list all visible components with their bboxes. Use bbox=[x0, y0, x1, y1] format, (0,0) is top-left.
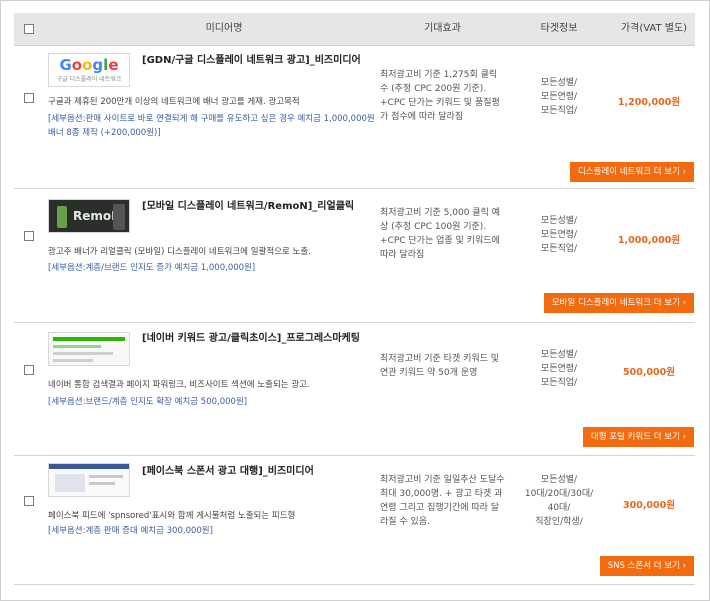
phone-graphic-icon bbox=[57, 206, 67, 228]
result-line-graphic bbox=[53, 345, 101, 348]
row-checkbox[interactable] bbox=[24, 231, 34, 241]
table-header: 미디어명 기대효과 타겟정보 가격(VAT 별도) bbox=[14, 13, 695, 46]
chevron-right-icon: › bbox=[682, 298, 686, 308]
table-row: RemoN [모바일 디스플레이 네트워크/RemoN]_리얼클릭 광고주 배너… bbox=[14, 189, 695, 323]
row-checkbox[interactable] bbox=[24, 93, 34, 103]
media-option: [세부옵션:판매 사이트로 바로 연결되게 해 구매를 유도하고 싶은 경우 예… bbox=[48, 114, 375, 138]
more-display-network-button[interactable]: 디스플레이 네트워크 더 보기 › bbox=[569, 162, 694, 182]
result-line-graphic bbox=[53, 359, 93, 362]
media-option: [세부옵션:브랜드/계층 인지도 확장 예치금 500,000원] bbox=[48, 397, 248, 407]
target-info: 모든성별/ 모든연령/ 모든직업/ bbox=[514, 214, 604, 256]
media-description: 페이스북 피드에 'spnsored'표시와 함께 게시물처럼 노출되는 피드형 bbox=[48, 511, 296, 521]
result-line-graphic bbox=[53, 352, 113, 355]
target-age: 모든연령/ bbox=[540, 364, 578, 374]
table-row: [페이스북 스폰서 광고 대행]_비즈미디어 페이스북 피드에 'spnsore… bbox=[14, 456, 695, 585]
table-row: Google 구글 디스플레이 네트워크 [GDN/구글 디스플레이 네트워크 … bbox=[14, 46, 695, 189]
more-button-label: SNS 스폰서 더 보기 bbox=[607, 561, 680, 571]
row-checkbox[interactable] bbox=[24, 496, 34, 506]
chevron-right-icon: › bbox=[682, 167, 686, 177]
more-button-label: 디스플레이 네트워크 더 보기 bbox=[577, 167, 680, 177]
target-info: 모든성별/ 10대/20대/30대/ 40대/ 직장인/학생/ bbox=[514, 473, 604, 529]
more-button-label: 대형 포털 키워드 더 보기 bbox=[590, 432, 680, 442]
google-thumb-caption: 구글 디스플레이 네트워크 bbox=[56, 76, 122, 83]
feed-line-graphic bbox=[89, 482, 115, 485]
expected-effect: 최저광고비 기준 일일추산 도달수 최대 30,000명. + 광고 타겟 과 … bbox=[380, 475, 505, 527]
more-mobile-display-network-button[interactable]: 모바일 디스플레이 네트워크 더 보기 › bbox=[543, 293, 694, 313]
media-title[interactable]: [페이스북 스폰서 광고 대행]_비즈미디어 bbox=[142, 465, 372, 479]
target-job: 모든직업/ bbox=[540, 244, 578, 254]
target-age: 모든연령/ bbox=[540, 92, 578, 102]
remon-thumbnail: RemoN bbox=[48, 199, 130, 233]
facebook-thumbnail bbox=[48, 463, 130, 497]
price: 500,000원 bbox=[622, 367, 675, 378]
media-title[interactable]: [GDN/구글 디스플레이 네트워크 광고]_비즈미디어 bbox=[142, 54, 372, 68]
feed-line-graphic bbox=[89, 475, 123, 478]
media-description: 네이버 통합 검색결과 페이지 파워링크, 비즈사이트 섹션에 노출되는 광고. bbox=[48, 380, 310, 390]
target-info: 모든성별/ 모든연령/ 모든직업/ bbox=[514, 76, 604, 118]
chevron-right-icon: › bbox=[682, 432, 686, 442]
expected-effect: 최저광고비 기준 타겟 키워드 및 연관 키워드 약 50개 운영 bbox=[380, 354, 500, 378]
target-info: 모든성별/ 모든연령/ 모든직업/ bbox=[514, 348, 604, 390]
google-thumbnail: Google 구글 디스플레이 네트워크 bbox=[48, 53, 130, 87]
header-effect: 기대효과 bbox=[424, 23, 461, 34]
target-gender: 모든성별/ bbox=[540, 475, 578, 485]
naver-thumbnail bbox=[48, 332, 130, 366]
more-sns-sponsor-button[interactable]: SNS 스폰서 더 보기 › bbox=[599, 556, 694, 576]
header-target: 타겟정보 bbox=[540, 23, 578, 34]
phone-graphic-icon bbox=[113, 204, 125, 230]
target-gender: 모든성별/ bbox=[540, 78, 578, 88]
facebook-bar-graphic bbox=[49, 464, 129, 469]
google-logo: Google bbox=[59, 56, 119, 74]
chevron-right-icon: › bbox=[682, 561, 686, 571]
target-gender: 모든성별/ bbox=[540, 216, 578, 226]
media-option: [세부옵션:계층/브랜드 인지도 증가 예치금 1,000,000원] bbox=[48, 263, 256, 273]
select-all-checkbox[interactable] bbox=[24, 24, 34, 34]
search-bar-graphic bbox=[53, 337, 125, 341]
expected-effect: 최저광고비 기준 5,000 클릭 예상 (추정 CPC 100원 기준). +… bbox=[380, 208, 501, 260]
target-job: 모든직업/ bbox=[540, 106, 578, 116]
header-media: 미디어명 bbox=[205, 23, 243, 34]
more-portal-keyword-button[interactable]: 대형 포털 키워드 더 보기 › bbox=[582, 427, 694, 447]
media-description: 구글과 제휴된 200만개 이상의 네트워크에 배너 광고를 게재. 광고목적 bbox=[48, 97, 300, 107]
price: 1,200,000원 bbox=[617, 97, 681, 108]
header-price: 가격(VAT 별도) bbox=[620, 23, 688, 34]
price: 1,000,000원 bbox=[617, 235, 681, 246]
price: 300,000원 bbox=[622, 500, 675, 511]
feed-image-graphic bbox=[55, 474, 85, 492]
expected-effect: 최저광고비 기준 1,275회 클릭수 (추정 CPC 200원 기준). +C… bbox=[380, 70, 500, 122]
target-gender: 모든성별/ bbox=[540, 350, 578, 360]
row-checkbox[interactable] bbox=[24, 365, 34, 375]
target-age: 10대/20대/30대/ bbox=[524, 489, 594, 499]
target-job: 직장인/학생/ bbox=[535, 517, 583, 527]
target-job: 모든직업/ bbox=[540, 378, 578, 388]
media-option: [세부옵션:계층 판매 증대 예치금 300,000원] bbox=[48, 526, 213, 536]
target-age-40: 40대/ bbox=[547, 503, 571, 513]
media-title[interactable]: [모바일 디스플레이 네트워크/RemoN]_리얼클릭 bbox=[142, 200, 372, 214]
target-age: 모든연령/ bbox=[540, 230, 578, 240]
table-row: [네이버 키워드 광고/클릭초이스]_프로그레스마케팅 네이버 통합 검색결과 … bbox=[14, 323, 695, 456]
media-title[interactable]: [네이버 키워드 광고/클릭초이스]_프로그레스마케팅 bbox=[142, 332, 372, 346]
more-button-label: 모바일 디스플레이 네트워크 더 보기 bbox=[551, 298, 680, 308]
media-description: 광고주 배너가 리얼클릭 (모바일) 디스플레이 네트워크에 일괄적으로 노출. bbox=[48, 247, 311, 257]
